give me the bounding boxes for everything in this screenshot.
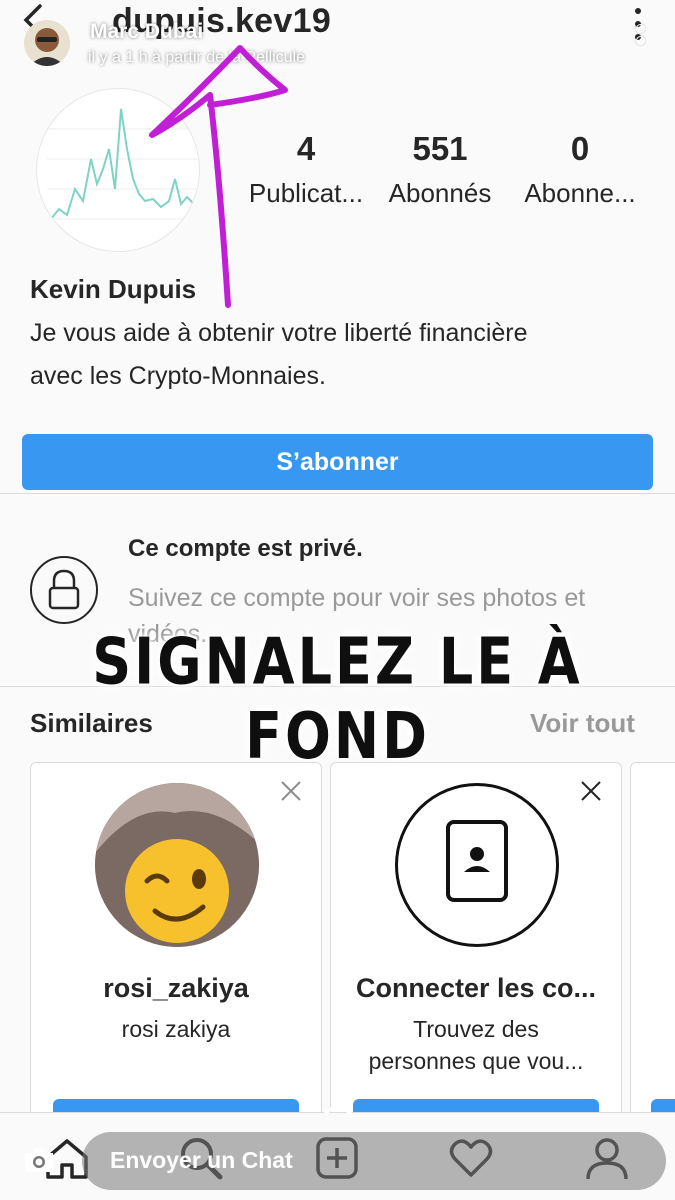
chat-reply-placeholder: Envoyer un Chat — [110, 1147, 293, 1173]
stat-following-label: Abonne... — [524, 178, 636, 208]
snap-menu-icon[interactable] — [633, 24, 647, 48]
similar-title: Similaires — [30, 708, 153, 738]
suggestion-title: Connecter les co... — [355, 973, 597, 1003]
suggestion-card[interactable] — [630, 762, 675, 1142]
camera-icon[interactable] — [22, 1145, 56, 1175]
divider — [0, 493, 675, 494]
see-all-link[interactable]: Voir tout — [530, 708, 635, 739]
suggestion-subtitle-line-1: rosi zakiya — [121, 1016, 231, 1042]
overlay-caption: SIGNALEZ LE À FOND — [92, 624, 583, 774]
stat-followers[interactable]: 551 Abonnés — [378, 130, 502, 209]
stat-following-value: 0 — [570, 130, 590, 167]
suggestion-card[interactable]: Connecter les co... Trouvez des personne… — [330, 762, 622, 1142]
close-icon[interactable] — [279, 779, 303, 803]
profile-bio: Je vous aide à obtenir votre liberté fin… — [30, 312, 650, 398]
chevron-up-icon[interactable] — [322, 1098, 354, 1116]
contact-card-icon — [395, 783, 559, 947]
close-icon[interactable] — [579, 779, 603, 803]
suggestion-subtitle-line-1: Trouvez des — [413, 1016, 539, 1042]
suggestion-card[interactable]: rosi_zakiya rosi zakiya — [30, 762, 322, 1142]
suggestion-subtitle-line-2: personnes que vou... — [368, 1048, 584, 1074]
display-name: Kevin Dupuis — [30, 274, 197, 304]
stat-posts-label: Publicat... — [248, 178, 364, 208]
suggestion-username: rosi_zakiya — [103, 973, 249, 1003]
stat-posts[interactable]: 4 Publicat... — [236, 130, 376, 209]
stat-following[interactable]: 0 Abonne... — [516, 130, 644, 209]
suggestion-subtitle: Trouvez des personnes que vou... — [331, 1013, 621, 1077]
lock-icon — [30, 556, 98, 624]
stat-followers-label: Abonnés — [388, 178, 492, 208]
follow-button[interactable]: S’abonner — [22, 434, 653, 490]
bio-line-1: Je vous aide à obtenir votre liberté fin… — [30, 319, 528, 347]
suggestion-subtitle: rosi zakiya — [31, 1013, 321, 1045]
stat-posts-value: 4 — [296, 130, 316, 167]
bio-line-2: avec les Crypto-Monnaies. — [30, 362, 326, 390]
stat-followers-value: 551 — [412, 130, 468, 167]
private-title: Ce compte est privé. — [128, 535, 363, 562]
avatar[interactable] — [95, 783, 259, 947]
sender-avatar[interactable] — [24, 20, 70, 66]
